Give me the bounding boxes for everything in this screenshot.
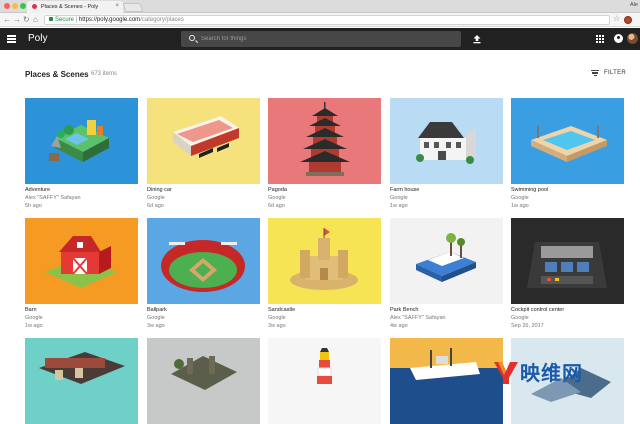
thumbnail-farm-house[interactable] <box>390 98 503 184</box>
card-date: 5h ago <box>25 203 42 209</box>
card-title[interactable]: Barn <box>25 307 37 313</box>
thumbnail-boat-scene[interactable] <box>390 338 503 424</box>
watermark-logo-icon <box>494 362 518 384</box>
zoom-window-button[interactable] <box>20 3 26 9</box>
search-box[interactable] <box>181 31 461 47</box>
brand-logo[interactable]: Poly <box>28 33 47 44</box>
thumbnail-cockpit-control-center[interactable] <box>511 218 624 304</box>
bookmark-star-icon[interactable]: ☆ <box>613 14 620 23</box>
poly-favicon-icon <box>32 4 37 9</box>
thumbnail-adventure[interactable] <box>25 98 138 184</box>
home-icon[interactable]: ⌂ <box>33 15 38 25</box>
filter-label: FILTER <box>604 70 627 76</box>
apps-grid-icon[interactable] <box>596 35 604 43</box>
browser-tab[interactable]: Places & Scenes - Poly × <box>27 1 123 13</box>
thumbnail-lighthouse-scene[interactable] <box>268 338 381 424</box>
card-date: 3w ago <box>147 323 165 329</box>
thumbnail-pagoda[interactable] <box>268 98 381 184</box>
new-tab-button[interactable] <box>122 3 144 12</box>
card-author[interactable]: Google <box>511 315 529 321</box>
card-title[interactable]: Swimming pool <box>511 187 548 193</box>
search-input[interactable] <box>201 33 451 45</box>
menu-icon[interactable] <box>7 35 16 43</box>
browser-toolbar: ← → ↻ ⌂ Secure | https://poly.google.com… <box>0 13 640 27</box>
address-bar[interactable]: Secure | https://poly.google.com/categor… <box>44 15 610 25</box>
upload-icon[interactable] <box>472 34 482 44</box>
thumbnail-park-bench[interactable] <box>390 218 503 304</box>
card-author[interactable]: Google <box>511 195 529 201</box>
card-date: 1w ago <box>25 323 43 329</box>
forward-icon[interactable]: → <box>13 15 21 25</box>
url-path: /category/places <box>140 17 184 23</box>
card-author[interactable]: Google <box>147 315 165 321</box>
thumbnail-dining-car[interactable] <box>147 98 260 184</box>
item-count: 673 items <box>91 71 118 77</box>
card-author[interactable]: Alex "SAFFY" Safayan <box>390 315 446 321</box>
card-date: 6d ago <box>147 203 164 209</box>
card-author[interactable]: Google <box>25 315 43 321</box>
card-title[interactable]: Dining car <box>147 187 172 193</box>
card-date: 3w ago <box>268 323 286 329</box>
card-title[interactable]: Farm house <box>390 187 419 193</box>
site-watermark: 映维网 <box>492 352 640 395</box>
card-date: 1w ago <box>390 203 408 209</box>
app-bar: Poly <box>0 28 640 50</box>
card-date: Sep 26, 2017 <box>511 323 544 329</box>
url-host: https://poly.google.com <box>78 17 141 23</box>
watermark-text: 映维网 <box>520 361 583 385</box>
page-title: Places & Scenes <box>25 70 89 79</box>
thumbnail-ruins-scene[interactable] <box>147 338 260 424</box>
account-icon[interactable] <box>614 34 623 43</box>
close-window-button[interactable] <box>4 3 10 9</box>
card-date: 1w ago <box>511 203 529 209</box>
filter-icon <box>591 70 599 77</box>
browser-titlebar: Places & Scenes - Poly × Ale <box>0 0 640 13</box>
extension-icon[interactable] <box>624 16 632 24</box>
card-date: 6d ago <box>268 203 285 209</box>
card-date: 4w ago <box>390 323 408 329</box>
avatar[interactable] <box>627 33 638 44</box>
thumbnail-barn[interactable] <box>25 218 138 304</box>
secure-label: Secure <box>55 17 75 23</box>
thumbnail-sandcastle[interactable] <box>268 218 381 304</box>
lock-icon <box>49 17 53 21</box>
browser-profile-name[interactable]: Ale <box>630 2 638 8</box>
minimize-window-button[interactable] <box>12 3 18 9</box>
back-icon[interactable]: ← <box>3 15 11 25</box>
search-icon <box>189 35 195 41</box>
card-title[interactable]: Ballpark <box>147 307 167 313</box>
card-title[interactable]: Sandcastle <box>268 307 295 313</box>
card-author[interactable]: Google <box>268 195 286 201</box>
thumbnail-restaurant-scene[interactable] <box>25 338 138 424</box>
thumbnail-swimming-pool[interactable] <box>511 98 624 184</box>
reload-icon[interactable]: ↻ <box>23 15 30 25</box>
card-author[interactable]: Alex "SAFFY" Safayan <box>25 195 81 201</box>
tab-close-icon[interactable]: × <box>115 3 119 9</box>
card-title[interactable]: Cockpit control center <box>511 307 564 313</box>
card-title[interactable]: Adventure <box>25 187 50 193</box>
card-title[interactable]: Pagoda <box>268 187 287 193</box>
card-author[interactable]: Google <box>390 195 408 201</box>
card-author[interactable]: Google <box>268 315 286 321</box>
card-author[interactable]: Google <box>147 195 165 201</box>
thumbnail-ballpark[interactable] <box>147 218 260 304</box>
tab-title: Places & Scenes - Poly <box>41 4 99 10</box>
card-title[interactable]: Park Bench <box>390 307 418 313</box>
